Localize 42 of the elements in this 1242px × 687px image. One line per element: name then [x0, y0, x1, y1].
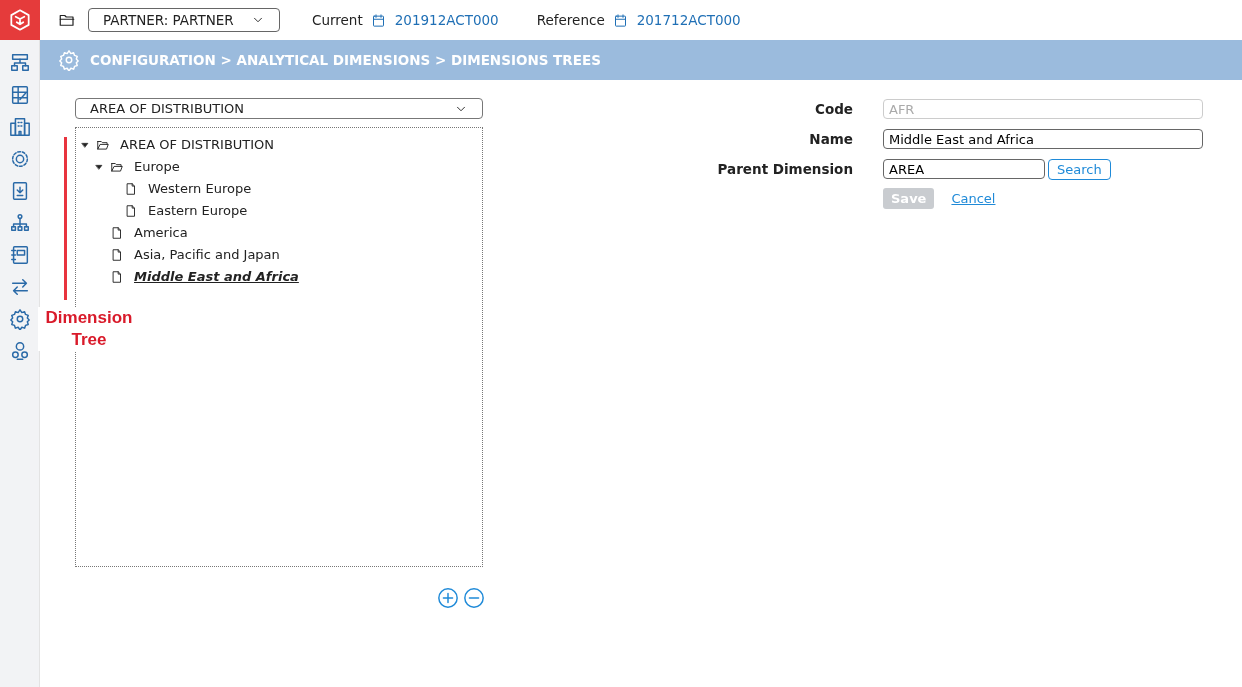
date-label: Reference — [536, 10, 605, 30]
minus-circle-icon[interactable] — [463, 587, 485, 609]
calendar-icon — [370, 12, 386, 28]
text-field[interactable]: AREA — [883, 159, 1045, 179]
network-icon[interactable] — [8, 212, 31, 234]
search-button[interactable]: Search — [1048, 158, 1111, 180]
partner-dropdown[interactable]: PARTNER: PARTNER — [88, 8, 280, 32]
folder-icon — [110, 160, 124, 174]
date-value[interactable]: 201712ACT000 — [636, 9, 741, 31]
document-icon — [110, 226, 124, 240]
date-value[interactable]: 201912ACT000 — [394, 9, 499, 31]
tree-item[interactable]: AREA OF DISTRIBUTION — [120, 135, 275, 155]
breadcrumb-text: CONFIGURATION > ANALYTICAL DIMENSIONS > DIMENSIONS TREES — [90, 50, 601, 70]
hierarchy-icon[interactable] — [8, 52, 31, 74]
text-field[interactable]: Middle East and Africa — [883, 129, 1203, 149]
cube-icon — [7, 7, 33, 33]
tree-item[interactable]: Middle East and Africa — [134, 267, 299, 287]
document-icon — [124, 182, 138, 196]
tree-item[interactable]: America — [134, 223, 188, 243]
caret-down-icon[interactable] — [80, 140, 90, 150]
cancel-link[interactable]: Cancel — [951, 188, 996, 209]
field-label: Name — [808, 129, 853, 149]
tree-item[interactable]: Asia, Pacific and Japan — [134, 245, 280, 265]
tree-dropdown[interactable]: AREA OF DISTRIBUTION — [75, 98, 483, 119]
notebook-icon[interactable] — [8, 244, 31, 266]
settings-icon — [58, 49, 80, 71]
calendar-icon — [612, 12, 628, 28]
tree-item[interactable]: Europe — [134, 157, 180, 177]
tree-item[interactable]: Eastern Europe — [148, 201, 248, 221]
logo[interactable] — [0, 0, 40, 40]
buildings-icon[interactable] — [8, 116, 31, 138]
folder-icon — [96, 138, 110, 152]
date-label: Current — [312, 10, 363, 30]
document-icon — [124, 204, 138, 218]
field-label: Code — [814, 99, 853, 119]
document-icon — [110, 270, 124, 284]
tree-item[interactable]: Western Europe — [148, 179, 252, 199]
field-label: Parent Dimension — [716, 159, 853, 179]
plus-circle-icon[interactable] — [437, 587, 459, 609]
settings-icon[interactable] — [8, 308, 31, 330]
document-icon — [110, 248, 124, 262]
caret-down-icon[interactable] — [94, 162, 104, 172]
